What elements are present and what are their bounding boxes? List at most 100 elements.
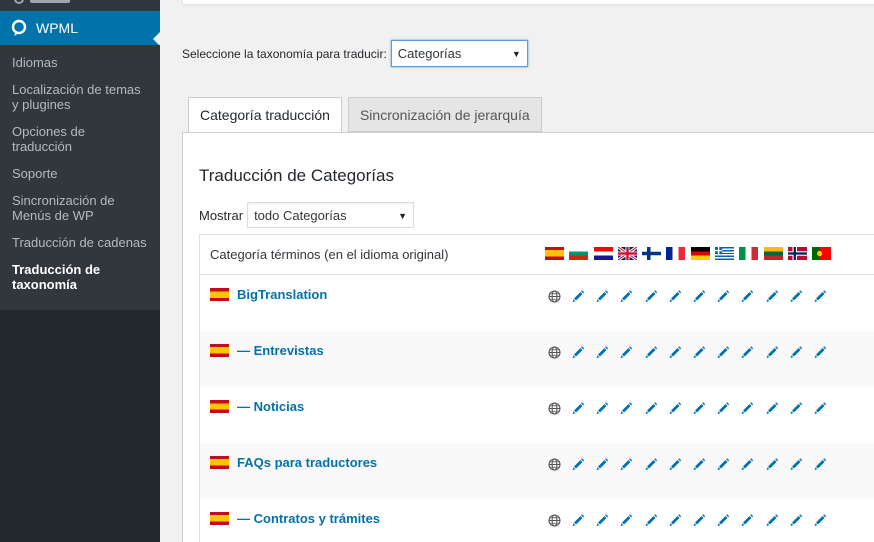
term-link[interactable]: — Contratos y trámites xyxy=(237,511,380,526)
sidebar-previous-item[interactable] xyxy=(0,0,160,11)
edit-translation-pencil-icon[interactable] xyxy=(765,401,779,415)
portuguese-flag-icon xyxy=(812,247,832,260)
edit-translation-pencil-icon[interactable] xyxy=(813,289,827,303)
table-row: FAQs para traductores xyxy=(200,443,874,499)
sidebar-item-support[interactable]: Soporte xyxy=(0,166,160,181)
edit-translation-pencil-icon[interactable] xyxy=(668,457,682,471)
term-link[interactable]: — Noticias xyxy=(237,399,304,414)
edit-translation-pencil-icon[interactable] xyxy=(644,457,658,471)
dropdown-arrow-icon: ▼ xyxy=(398,211,408,221)
edit-translation-pencil-icon[interactable] xyxy=(765,345,779,359)
term-link[interactable]: — Entrevistas xyxy=(237,343,324,358)
edit-translation-pencil-icon[interactable] xyxy=(740,457,754,471)
table-row: — Contratos y trámites xyxy=(200,499,874,542)
edit-translation-pencil-icon[interactable] xyxy=(716,401,730,415)
term-name-cell: BigTranslation xyxy=(210,287,327,302)
edit-translation-pencil-icon[interactable] xyxy=(692,401,706,415)
edit-translation-pencil-icon[interactable] xyxy=(789,345,803,359)
table-body: BigTranslation — Entrevistas — Noticias FAQ… xyxy=(200,275,874,542)
edit-translation-pencil-icon[interactable] xyxy=(813,513,827,527)
edit-translation-pencil-icon[interactable] xyxy=(571,345,585,359)
edit-translation-pencil-icon[interactable] xyxy=(716,289,730,303)
main-content: Seleccione la taxonomía para traducir: C… xyxy=(160,0,874,542)
term-link[interactable]: BigTranslation xyxy=(237,287,327,302)
edit-translation-pencil-icon[interactable] xyxy=(644,289,658,303)
column-header-terms: Categoría términos (en el idioma origina… xyxy=(210,247,449,262)
term-name-cell: FAQs para traductores xyxy=(210,455,377,470)
edit-translation-pencil-icon[interactable] xyxy=(692,345,706,359)
edit-translation-pencil-icon[interactable] xyxy=(789,457,803,471)
sidebar-item-idiomas[interactable]: Idiomas xyxy=(0,55,160,70)
edit-translation-pencil-icon[interactable] xyxy=(692,457,706,471)
sidebar-item-taxonomy-translation[interactable]: Traducción de taxonomía xyxy=(0,262,160,292)
edit-translation-pencil-icon[interactable] xyxy=(692,513,706,527)
edit-translation-pencil-icon[interactable] xyxy=(668,401,682,415)
table-row: — Entrevistas xyxy=(200,331,874,387)
edit-translation-pencil-icon[interactable] xyxy=(595,401,609,415)
edit-translation-pencil-icon[interactable] xyxy=(571,457,585,471)
spanish-flag-icon xyxy=(210,288,229,301)
table-header: Categoría términos (en el idioma origina… xyxy=(200,235,874,275)
edit-translation-pencil-icon[interactable] xyxy=(595,513,609,527)
edit-translation-pencil-icon[interactable] xyxy=(740,513,754,527)
sidebar-item-theme-localization[interactable]: Localización de temas y plugines xyxy=(0,82,160,112)
edit-translation-pencil-icon[interactable] xyxy=(813,401,827,415)
sidebar-item-menu-sync[interactable]: Sincronización de Menús de WP xyxy=(0,193,160,223)
edit-translation-pencil-icon[interactable] xyxy=(668,289,682,303)
edit-translation-pencil-icon[interactable] xyxy=(789,401,803,415)
edit-translation-pencil-icon[interactable] xyxy=(619,457,633,471)
spanish-flag-icon xyxy=(210,456,229,469)
globe-icon[interactable] xyxy=(548,345,561,359)
tab-hierarchy-sync[interactable]: Sincronización de jerarquía xyxy=(347,97,542,132)
show-filter-select[interactable]: todo Categorías ▼ xyxy=(247,202,415,228)
italian-flag-icon xyxy=(739,247,759,260)
sidebar-item-string-translation[interactable]: Traducción de cadenas xyxy=(0,235,160,250)
edit-translation-pencil-icon[interactable] xyxy=(813,345,827,359)
translation-panel: Traducción de Categorías Mostrar todo Ca… xyxy=(182,132,874,542)
edit-translation-pencil-icon[interactable] xyxy=(789,513,803,527)
edit-translation-pencil-icon[interactable] xyxy=(595,289,609,303)
edit-translation-pencil-icon[interactable] xyxy=(644,345,658,359)
edit-translation-pencil-icon[interactable] xyxy=(716,345,730,359)
sidebar-item-wpml[interactable]: WPML xyxy=(0,11,161,47)
sidebar-item-translation-options[interactable]: Opciones de traducción xyxy=(0,124,160,154)
edit-translation-pencil-icon[interactable] xyxy=(740,401,754,415)
show-label: Mostrar xyxy=(199,207,244,223)
edit-translation-pencil-icon[interactable] xyxy=(716,457,730,471)
term-name-cell: — Contratos y trámites xyxy=(210,511,380,526)
globe-icon[interactable] xyxy=(548,457,561,471)
edit-translation-pencil-icon[interactable] xyxy=(595,345,609,359)
edit-translation-pencil-icon[interactable] xyxy=(644,401,658,415)
edit-translation-pencil-icon[interactable] xyxy=(740,345,754,359)
edit-translation-pencil-icon[interactable] xyxy=(765,289,779,303)
edit-translation-pencil-icon[interactable] xyxy=(619,401,633,415)
edit-translation-pencil-icon[interactable] xyxy=(595,457,609,471)
edit-translation-pencil-icon[interactable] xyxy=(619,345,633,359)
edit-translation-pencil-icon[interactable] xyxy=(668,345,682,359)
edit-translation-pencil-icon[interactable] xyxy=(571,513,585,527)
wpml-icon xyxy=(10,19,28,37)
edit-translation-pencil-icon[interactable] xyxy=(571,401,585,415)
dropdown-arrow-icon: ▼ xyxy=(511,49,521,59)
edit-translation-pencil-icon[interactable] xyxy=(571,289,585,303)
edit-translation-pencil-icon[interactable] xyxy=(716,513,730,527)
edit-translation-pencil-icon[interactable] xyxy=(692,289,706,303)
edit-translation-pencil-icon[interactable] xyxy=(644,513,658,527)
edit-translation-pencil-icon[interactable] xyxy=(668,513,682,527)
translation-actions xyxy=(548,513,837,527)
taxonomy-select[interactable]: Categorías ▼ xyxy=(390,40,528,67)
edit-translation-pencil-icon[interactable] xyxy=(765,457,779,471)
globe-icon[interactable] xyxy=(548,401,561,415)
edit-translation-pencil-icon[interactable] xyxy=(619,513,633,527)
term-link[interactable]: FAQs para traductores xyxy=(237,455,377,470)
globe-icon[interactable] xyxy=(548,513,561,527)
taxonomy-table: Categoría términos (en el idioma origina… xyxy=(199,234,874,542)
edit-translation-pencil-icon[interactable] xyxy=(813,457,827,471)
edit-translation-pencil-icon[interactable] xyxy=(740,289,754,303)
tab-category-translation[interactable]: Categoría traducción xyxy=(188,97,342,133)
finnish-flag-icon xyxy=(642,247,662,260)
edit-translation-pencil-icon[interactable] xyxy=(789,289,803,303)
edit-translation-pencil-icon[interactable] xyxy=(765,513,779,527)
edit-translation-pencil-icon[interactable] xyxy=(619,289,633,303)
globe-icon[interactable] xyxy=(548,289,561,303)
